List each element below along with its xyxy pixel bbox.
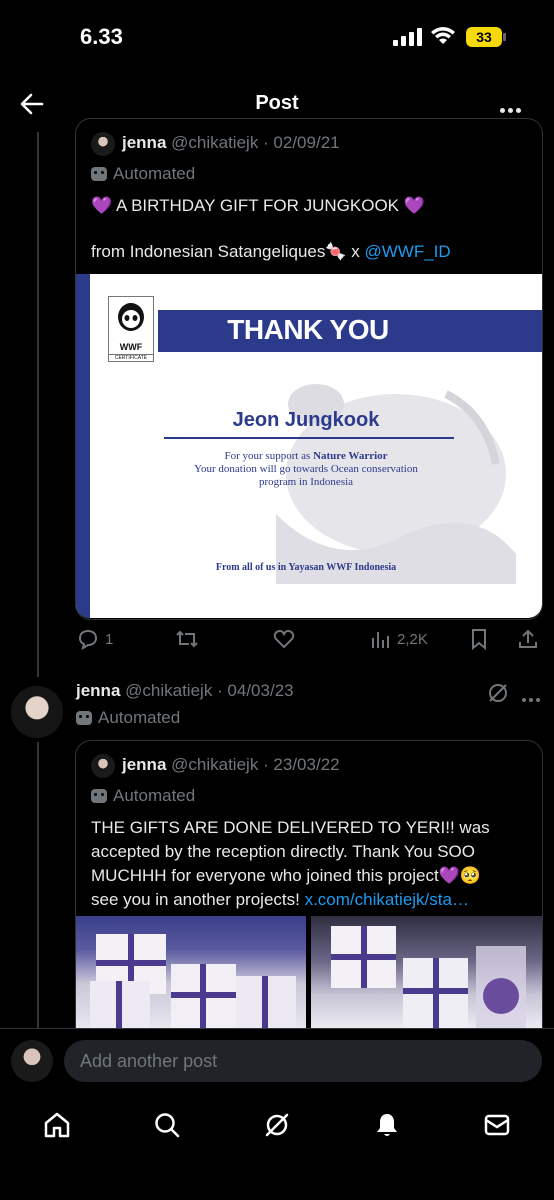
gift-boxes-image <box>90 934 296 1028</box>
reply-count: 1 <box>105 630 114 648</box>
quoted-post-2-header: jenna @chikatiejk · 23/03/22 <box>122 755 340 775</box>
repost-icon[interactable] <box>175 628 199 650</box>
cert-side-stripe <box>76 274 90 618</box>
post-text-line: 💜 A BIRTHDAY GIFT FOR JUNGKOOK 💜 <box>91 196 425 215</box>
cert-divider <box>164 437 454 439</box>
more-options-icon[interactable] <box>500 100 524 118</box>
photo-gifts-1[interactable] <box>76 916 306 1028</box>
logo-text: WWF <box>119 342 143 352</box>
home-icon[interactable] <box>42 1110 72 1140</box>
wifi-icon <box>431 27 455 44</box>
automated-label: Automated <box>76 708 180 728</box>
robot-icon <box>91 167 107 181</box>
robot-icon <box>91 789 107 803</box>
avatar <box>11 1040 53 1082</box>
signal-icon <box>393 28 422 46</box>
post-2-header: jenna @chikatiejk · 04/03/23 <box>76 681 294 701</box>
status-time: 6.33 <box>80 24 123 49</box>
author-handle-date: @chikatiejk · 02/09/21 <box>171 133 340 152</box>
cert-from: From all of us in Yayasan WWF Indonesia <box>215 562 397 573</box>
automated-label: Automated <box>91 164 195 184</box>
share-icon[interactable] <box>517 628 539 650</box>
cert-body: For your support as Nature Warrior Your … <box>194 450 418 488</box>
grok-icon[interactable] <box>486 681 510 705</box>
automated-label: Automated <box>91 786 195 806</box>
thread-connector <box>37 132 39 677</box>
avatar[interactable] <box>11 686 63 738</box>
reply-input[interactable]: Add another post <box>64 1040 542 1082</box>
author-name[interactable]: jenna <box>76 681 120 700</box>
grok-icon[interactable] <box>262 1110 292 1140</box>
photo-gifts-2[interactable] <box>311 916 542 1028</box>
views-count: 2,2K <box>397 630 428 648</box>
bookmark-icon[interactable] <box>469 628 489 650</box>
panda-icon <box>118 303 144 331</box>
author-name[interactable]: jenna <box>122 755 166 774</box>
reply-icon <box>78 629 98 650</box>
quoted-post-1-header: jenna @chikatiejk · 02/09/21 <box>122 133 340 153</box>
views-button[interactable]: 2,2K <box>371 628 428 650</box>
post-text-line: from Indonesian Satangeliques🍬 x @WWF_ID <box>91 242 451 261</box>
avatar <box>91 132 115 156</box>
certificate-image[interactable]: THANK YOU WWF CERTIFICATE Jeon Jungkook … <box>76 274 542 618</box>
post-link[interactable]: x.com/chikatiejk/sta… <box>305 890 469 909</box>
mention-link[interactable]: @WWF_ID <box>365 242 451 261</box>
gift-boxes-image <box>331 926 526 1028</box>
thread-connector <box>37 742 39 1028</box>
search-icon[interactable] <box>152 1110 182 1140</box>
more-options-icon[interactable] <box>522 689 543 707</box>
wwf-logo: WWF CERTIFICATE <box>108 296 154 362</box>
reply-button[interactable]: 1 <box>77 628 113 650</box>
like-icon[interactable] <box>273 628 295 650</box>
cert-recipient: Jeon Jungkook <box>232 409 380 431</box>
notifications-icon[interactable] <box>372 1110 402 1140</box>
robot-icon <box>76 711 92 725</box>
author-name[interactable]: jenna <box>122 133 166 152</box>
messages-icon[interactable] <box>482 1110 512 1140</box>
post-text: THE GIFTS ARE DONE DELIVERED TO YERI!! w… <box>91 818 490 909</box>
author-handle-date: @chikatiejk · 23/03/22 <box>171 755 340 774</box>
battery-indicator: 33 <box>466 27 502 47</box>
battery-tip <box>503 33 506 41</box>
page-title: Post <box>255 92 299 114</box>
logo-subtext: CERTIFICATE <box>109 354 153 361</box>
author-handle-date: @chikatiejk · 04/03/23 <box>125 681 294 700</box>
views-icon <box>372 632 389 648</box>
cert-title: THANK YOU <box>227 314 389 345</box>
avatar <box>91 754 115 778</box>
post-actions-bar: 1 2,2K <box>77 628 543 652</box>
